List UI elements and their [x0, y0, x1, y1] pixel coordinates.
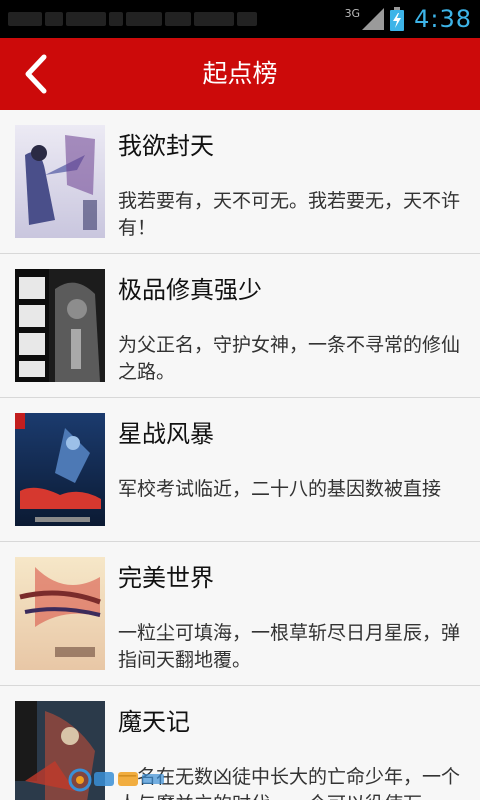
- network-type-label: 3G: [344, 6, 361, 20]
- book-list-item[interactable]: 我欲封天 我若要有，天不可无。我若要无，天不许有！: [0, 110, 480, 254]
- signal-icon: [362, 8, 385, 30]
- app-bar: 起点榜: [0, 38, 480, 110]
- book-list-item[interactable]: 完美世界 一粒尘可填海，一根草斩尽日月星辰，弹指间天翻地覆。: [0, 542, 480, 686]
- book-description: 为父正名，守护女神，一条不寻常的修仙之路。: [118, 334, 461, 383]
- book-title: 极品修真强少: [118, 276, 262, 304]
- page-title: 起点榜: [202, 59, 278, 88]
- back-button[interactable]: [6, 44, 66, 104]
- book-title: 完美世界: [118, 564, 214, 592]
- book-cover-image: [15, 413, 105, 526]
- book-title: 魔天记: [118, 708, 190, 736]
- book-title: 星战风暴: [118, 420, 214, 448]
- book-description: 我若要有，天不可无。我若要无，天不许有！: [118, 190, 461, 239]
- book-description: 军校考试临近，二十八的基因数被直接: [118, 478, 442, 500]
- notification-icons: [8, 8, 308, 30]
- book-description: 一粒尘可填海，一根草斩尽日月星辰，弹指间天翻地覆。: [118, 622, 461, 671]
- status-time: 4:38: [414, 5, 472, 33]
- watermark-logo: [68, 768, 164, 792]
- book-list-item[interactable]: 极品修真强少 为父正名，守护女神，一条不寻常的修仙之路。: [0, 254, 480, 398]
- chevron-left-icon: [25, 54, 47, 94]
- book-cover-image: [15, 269, 105, 382]
- book-cover-image: [15, 557, 105, 670]
- book-title: 我欲封天: [118, 132, 214, 160]
- battery-charging-icon: [390, 7, 405, 31]
- status-bar: 3G 4:38: [0, 0, 480, 38]
- book-cover-image: [15, 125, 105, 238]
- book-list-item[interactable]: 星战风暴 军校考试临近，二十八的基因数被直接: [0, 398, 480, 542]
- book-description: 一名在无数凶徒中长大的亡命少年，一个人与魔并立的时代，一个可以役使万: [118, 766, 461, 800]
- book-list[interactable]: 我欲封天 我若要有，天不可无。我若要无，天不许有！ 极品修真强少 为父正名，守护…: [0, 110, 480, 800]
